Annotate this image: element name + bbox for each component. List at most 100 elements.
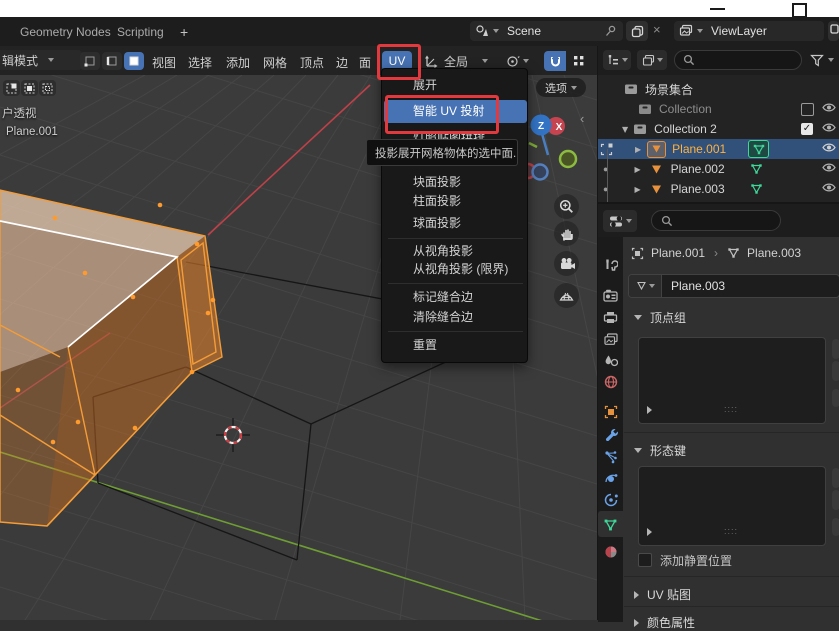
viewlayer-selector[interactable]: ViewLayer <box>674 21 824 41</box>
list-expand-arrow[interactable] <box>647 406 652 414</box>
menu-item-cylinder-projection[interactable]: 柱面投影 <box>382 192 529 211</box>
add-workspace-button[interactable]: + <box>180 24 188 40</box>
menu-item-unwrap[interactable]: 展开 <box>382 76 529 95</box>
tab-object-data-active[interactable] <box>598 511 623 537</box>
hide-eye-icon[interactable] <box>822 102 836 116</box>
list-side-button[interactable] <box>832 389 839 407</box>
list-side-button[interactable] <box>832 468 839 488</box>
tab-scripting[interactable]: Scripting <box>117 25 164 39</box>
hide-eye-icon[interactable] <box>822 162 836 176</box>
minimize-button[interactable] <box>710 8 725 10</box>
tab-object[interactable] <box>598 400 623 424</box>
collection-checkbox-checked[interactable]: ✓ <box>801 123 813 135</box>
outliner-row-collection-2[interactable]: ▼ Collection 2 ✓ <box>598 119 839 139</box>
properties-context-dropdown[interactable] <box>603 210 637 232</box>
outliner-row-scene-collection[interactable]: 场景集合 <box>598 79 839 99</box>
menu-item-clear-seam[interactable]: 清除缝合边 <box>382 308 529 327</box>
tab-constraints[interactable] <box>598 488 623 512</box>
tab-geometry-nodes[interactable]: Geometry Nodes <box>20 25 111 39</box>
menu-item-reset[interactable]: 重置 <box>382 336 529 355</box>
outliner-row-plane-002[interactable]: ● ▶ Plane.002 <box>598 159 839 179</box>
outliner-row-plane-001[interactable]: ▶ Plane.001 <box>598 139 839 159</box>
list-resize-grip[interactable]: :::: <box>724 526 738 536</box>
camera-view-button[interactable] <box>554 251 579 276</box>
tab-render[interactable] <box>598 283 623 307</box>
zoom-button[interactable] <box>554 194 579 219</box>
new-viewlayer-button[interactable] <box>828 21 839 41</box>
menu-view[interactable]: 视图 <box>152 54 176 71</box>
breadcrumb-data-name[interactable]: Plane.003 <box>747 246 801 260</box>
hide-eye-icon[interactable] <box>822 122 836 136</box>
menu-item-project-from-view[interactable]: 从视角投影 <box>382 242 529 261</box>
expand-arrow[interactable]: ▶ <box>635 145 641 154</box>
tab-scene[interactable] <box>598 348 623 372</box>
collection-checkbox[interactable] <box>801 103 814 116</box>
menu-add[interactable]: 添加 <box>226 54 250 71</box>
list-side-button[interactable] <box>832 339 839 359</box>
rest-position-checkbox[interactable] <box>638 553 652 567</box>
menu-item-project-from-view-bounds[interactable]: 从视角投影 (限界) <box>382 260 529 279</box>
list-side-button[interactable] <box>832 518 839 536</box>
scene-name[interactable]: Scene <box>507 24 541 38</box>
list-expand-arrow[interactable] <box>647 528 652 536</box>
sidebar-collapse-arrow[interactable]: ‹ <box>580 111 584 126</box>
pan-button[interactable] <box>554 221 579 246</box>
scene-selector[interactable]: Scene <box>470 21 623 41</box>
rest-position-row[interactable]: 添加静置位置 <box>638 552 732 568</box>
select-subtract-button[interactable] <box>39 80 56 96</box>
vertex-groups-list[interactable]: :::: <box>638 337 826 424</box>
tab-particles[interactable] <box>598 445 623 469</box>
uv-maps-header[interactable]: UV 贴图 <box>634 586 691 603</box>
hide-eye-icon[interactable] <box>822 182 836 196</box>
outliner-row-plane-003[interactable]: ● ▶ Plane.003 <box>598 179 839 199</box>
display-mode-dropdown[interactable] <box>637 50 667 70</box>
list-side-button[interactable] <box>832 361 839 381</box>
tab-output[interactable] <box>598 305 623 329</box>
menu-face[interactable]: 面 <box>359 54 371 71</box>
hide-eye-icon[interactable] <box>822 142 836 156</box>
expand-arrow[interactable]: ▶ <box>634 165 640 174</box>
mesh-name-field[interactable]: Plane.003 <box>628 274 839 298</box>
tab-world[interactable] <box>598 370 623 394</box>
menu-item-smart-uv-project[interactable]: 智能 UV 投射 <box>384 100 527 123</box>
expand-arrow[interactable]: ▼ <box>622 125 628 134</box>
vertex-groups-header[interactable]: 顶点组 <box>634 309 686 326</box>
menu-edge[interactable]: 边 <box>336 54 348 71</box>
pin-icon[interactable] <box>605 25 617 37</box>
tab-material[interactable] <box>598 540 623 564</box>
edge-select-button[interactable] <box>102 52 122 70</box>
expand-arrow[interactable]: ▶ <box>634 185 640 194</box>
select-new-button[interactable] <box>3 80 20 96</box>
face-select-button[interactable] <box>124 52 144 70</box>
mode-dropdown[interactable]: 辑模式 <box>0 50 82 70</box>
menu-item-mark-seam[interactable]: 标记缝合边 <box>382 288 529 307</box>
shape-keys-header[interactable]: 形态键 <box>634 442 686 459</box>
editor-type-dropdown[interactable] <box>603 50 631 70</box>
orthographic-toggle-button[interactable] <box>554 283 579 308</box>
outliner-search[interactable] <box>674 50 802 70</box>
select-extend-button[interactable] <box>21 80 38 96</box>
color-attributes-header[interactable]: 颜色属性 <box>634 614 695 631</box>
new-scene-button[interactable] <box>626 21 648 41</box>
maximize-button[interactable] <box>792 3 807 18</box>
menu-item-sphere-projection[interactable]: 球面投影 <box>382 214 529 233</box>
tab-modifiers[interactable] <box>598 422 623 446</box>
snap-toggle[interactable] <box>544 51 566 71</box>
viewport-options-button[interactable]: 选项 <box>536 78 586 97</box>
breadcrumb-object-name[interactable]: Plane.001 <box>651 246 705 260</box>
menu-select[interactable]: 选择 <box>188 54 212 71</box>
menu-mesh[interactable]: 网格 <box>263 54 287 71</box>
viewlayer-name[interactable]: ViewLayer <box>711 24 767 38</box>
outliner-filter[interactable] <box>810 50 834 70</box>
vertex-select-button[interactable] <box>80 52 100 70</box>
list-resize-grip[interactable]: :::: <box>724 404 738 414</box>
outliner-row-collection[interactable]: Collection <box>598 99 839 119</box>
menu-item-cube-projection[interactable]: 块面投影 <box>382 173 529 192</box>
tab-tool[interactable] <box>598 253 623 277</box>
proportional-editing-toggle[interactable] <box>569 51 589 71</box>
list-side-button[interactable] <box>832 490 839 510</box>
properties-search[interactable] <box>651 210 781 231</box>
shape-keys-list[interactable]: :::: <box>638 466 826 546</box>
delete-scene-button[interactable]: × <box>653 22 661 37</box>
menu-vertex[interactable]: 顶点 <box>300 54 324 71</box>
